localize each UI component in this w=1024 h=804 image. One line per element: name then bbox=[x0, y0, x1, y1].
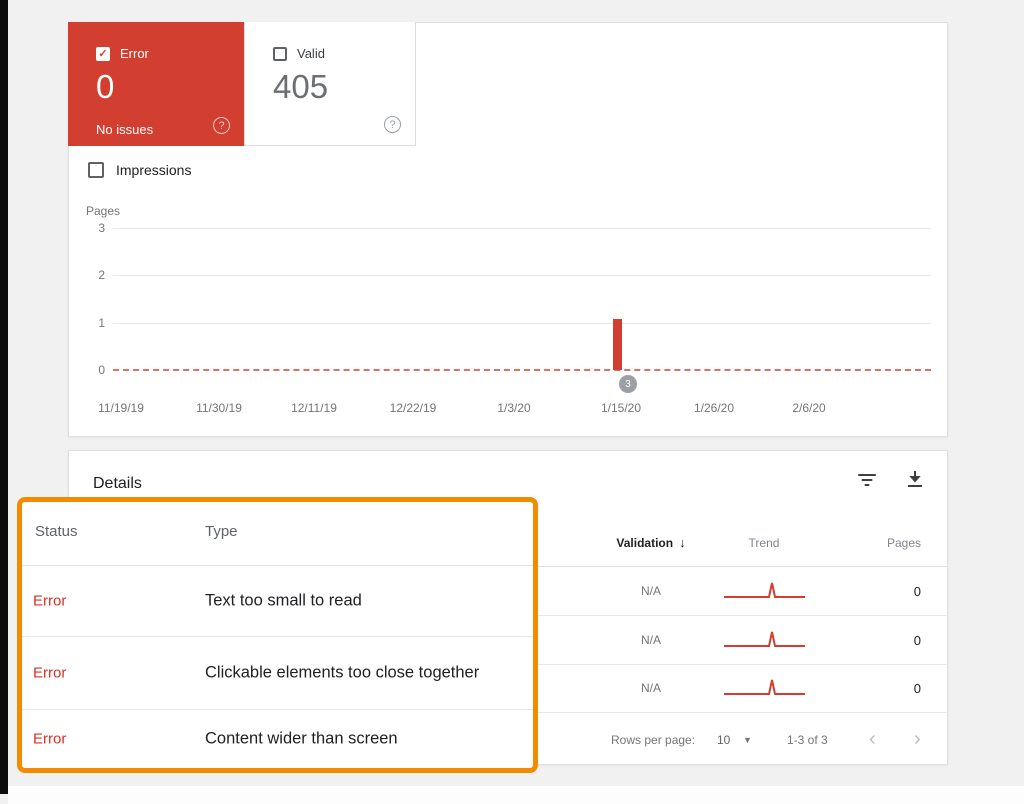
y-tick-0: 0 bbox=[98, 363, 105, 377]
overlay-row: Error Clickable elements too close toget… bbox=[22, 637, 533, 710]
overlay-column-type: Type bbox=[205, 523, 238, 540]
bottom-strip bbox=[8, 786, 1024, 804]
zero-baseline-dashed bbox=[113, 369, 931, 371]
left-edge-strip bbox=[0, 0, 8, 794]
valid-card-label: Valid bbox=[297, 46, 325, 61]
overlay-row: Error Text too small to read bbox=[22, 566, 533, 637]
column-header-pages[interactable]: Pages bbox=[887, 536, 921, 550]
overlay-column-status: Status bbox=[35, 523, 78, 540]
error-card-label: Error bbox=[120, 46, 149, 61]
error-count: 0 bbox=[96, 68, 115, 105]
next-page-icon[interactable]: › bbox=[914, 713, 921, 766]
x-tick: 12/11/19 bbox=[291, 401, 337, 415]
page: ✓ Error 0 No issues ? Valid 405 ? Impres… bbox=[0, 0, 1024, 804]
trend-sparkline bbox=[714, 664, 814, 712]
impressions-toggle[interactable]: Impressions bbox=[88, 162, 191, 178]
x-tick: 12/22/19 bbox=[389, 401, 437, 415]
column-header-trend[interactable]: Trend bbox=[749, 536, 780, 550]
x-tick: 1/3/20 bbox=[497, 401, 531, 415]
valid-checkbox-unchecked[interactable] bbox=[273, 46, 287, 61]
valid-summary-card[interactable]: Valid 405 ? bbox=[244, 22, 416, 146]
filter-icon[interactable] bbox=[855, 469, 879, 493]
chart-y-axis-title: Pages bbox=[86, 204, 121, 218]
y-tick-2: 2 bbox=[98, 268, 105, 282]
y-tick-3: 3 bbox=[98, 221, 105, 235]
details-title: Details bbox=[93, 475, 142, 492]
x-tick: 11/30/19 bbox=[196, 401, 242, 415]
summary-chart-card: ✓ Error 0 No issues ? Valid 405 ? Impres… bbox=[68, 22, 948, 437]
download-icon[interactable] bbox=[903, 467, 927, 491]
chart-date-marker[interactable]: 3 bbox=[619, 375, 637, 393]
error-summary-card[interactable]: ✓ Error 0 No issues ? bbox=[68, 22, 244, 146]
trend-sparkline bbox=[714, 567, 814, 615]
error-subtitle: No issues bbox=[96, 122, 154, 137]
impressions-label: Impressions bbox=[116, 162, 192, 178]
pagination-range: 1-3 of 3 bbox=[787, 732, 828, 747]
overlay-header-row: Status Type bbox=[22, 502, 533, 566]
x-tick: 1/15/20 bbox=[600, 401, 642, 415]
x-tick: 2/6/20 bbox=[792, 401, 826, 415]
column-header-validation[interactable]: Validation ↓ bbox=[616, 535, 685, 550]
rows-per-page-value[interactable]: 10 bbox=[717, 713, 730, 766]
sort-desc-icon: ↓ bbox=[679, 535, 686, 550]
trend-sparkline bbox=[714, 616, 814, 664]
error-spike-bar bbox=[613, 319, 622, 370]
x-tick: 1/26/20 bbox=[693, 401, 735, 415]
y-tick-1: 1 bbox=[98, 316, 105, 330]
overlay-row: Error Content wider than screen bbox=[33, 729, 398, 748]
annotation-highlight-box: Status Type Error Text too small to read… bbox=[17, 497, 538, 773]
help-icon[interactable]: ? bbox=[213, 117, 230, 134]
error-checkbox-checked[interactable]: ✓ bbox=[96, 46, 110, 61]
help-icon[interactable]: ? bbox=[384, 116, 401, 133]
x-tick: 11/19/19 bbox=[98, 401, 144, 415]
rows-per-page-dropdown-icon[interactable]: ▼ bbox=[743, 713, 752, 766]
previous-page-icon[interactable]: ‹ bbox=[869, 713, 876, 766]
rows-per-page-label: Rows per page: bbox=[611, 732, 696, 747]
gridline bbox=[113, 275, 931, 276]
gridline bbox=[113, 323, 931, 324]
check-icon: ✓ bbox=[98, 48, 108, 60]
impressions-checkbox-unchecked[interactable] bbox=[88, 162, 104, 178]
valid-count: 405 bbox=[273, 68, 329, 105]
gridline bbox=[113, 228, 931, 229]
